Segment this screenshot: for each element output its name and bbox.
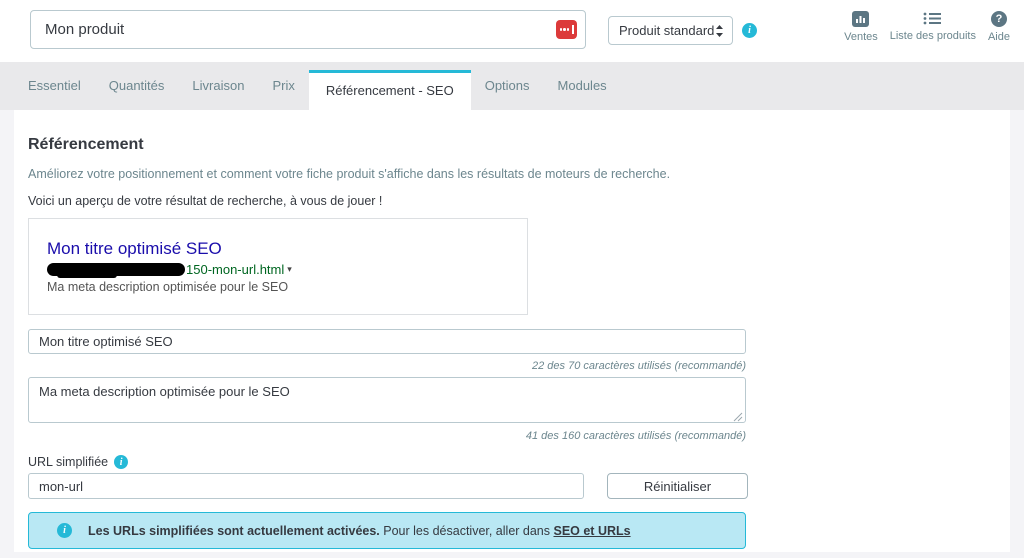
tab-prix[interactable]: Prix (258, 62, 308, 110)
language-ellipsis-icon[interactable] (556, 20, 577, 39)
tab-referencement-seo[interactable]: Référencement - SEO (308, 70, 471, 110)
header-actions: Ventes Liste des produits ? Aide (844, 11, 1010, 43)
friendly-url-info-icon[interactable]: i (114, 455, 129, 469)
seo-intro-text: Améliorez votre positionnement et commen… (28, 167, 671, 181)
product-list-button[interactable]: Liste des produits (890, 11, 976, 42)
tab-modules[interactable]: Modules (544, 62, 621, 110)
product-type-value: Produit standard (619, 23, 715, 38)
list-icon (923, 12, 942, 25)
product-name-input[interactable] (30, 10, 586, 49)
meta-title-counter: 22 des 70 caractères utilisés (recommand… (532, 360, 746, 372)
tab-livraison[interactable]: Livraison (178, 62, 258, 110)
bar-chart-icon (852, 11, 870, 27)
meta-title-input[interactable] (28, 329, 746, 354)
select-caret-icon (716, 24, 723, 37)
section-title: Référencement (28, 136, 144, 153)
seo-panel: Référencement Améliorez votre positionne… (14, 110, 1010, 552)
alert-rest-text: Pour les désactiver, aller dans (379, 523, 554, 538)
alert-text: Les URLs simplifiées sont actuellement a… (88, 524, 631, 538)
seo-and-urls-link[interactable]: SEO et URLs (553, 524, 630, 538)
friendly-url-input[interactable] (28, 473, 584, 499)
meta-description-counter: 41 des 160 caractères utilisés (recomman… (525, 430, 746, 442)
product-type-info-icon[interactable]: i (742, 23, 757, 38)
product-type-select[interactable]: Produit standard (608, 16, 733, 45)
alert-info-icon: i (57, 523, 72, 538)
product-name-field-wrap (30, 10, 586, 49)
serp-title: Mon titre optimisé SEO (47, 239, 222, 258)
serp-preview-card: Mon titre optimisé SEO 150-mon-url.html … (28, 218, 528, 315)
serp-url-suffix: 150-mon-url.html (186, 261, 285, 277)
help-button[interactable]: ? Aide (988, 11, 1010, 43)
sales-label: Ventes (844, 31, 878, 43)
serp-url-line: 150-mon-url.html ▾ (47, 261, 292, 278)
product-tabs: Essentiel Quantités Livraison Prix Référ… (0, 62, 1024, 110)
question-icon: ? (990, 11, 1007, 27)
sales-button[interactable]: Ventes (844, 11, 878, 43)
alert-bold-text: Les URLs simplifiées sont actuellement a… (88, 523, 380, 538)
serp-description: Ma meta description optimisée pour le SE… (47, 280, 289, 294)
tab-quantites[interactable]: Quantités (95, 62, 179, 110)
product-header: Produit standard i Ventes Liste des prod… (0, 0, 1024, 62)
redacted-url-blob (47, 262, 185, 278)
serp-preview-hint: Voici un aperçu de votre résultat de rec… (28, 194, 383, 208)
product-list-label: Liste des produits (889, 30, 976, 42)
meta-description-textarea[interactable]: Ma meta description optimisée pour le SE… (28, 377, 746, 423)
friendly-url-alert: i Les URLs simplifiées sont actuellement… (28, 512, 746, 549)
serp-caret-icon: ▾ (287, 263, 292, 274)
friendly-url-label-row: URL simplifiée i (28, 455, 129, 469)
reset-url-button[interactable]: Réinitialiser (607, 473, 748, 499)
tab-essentiel[interactable]: Essentiel (14, 62, 95, 110)
tab-options[interactable]: Options (471, 62, 544, 110)
help-label: Aide (987, 31, 1010, 43)
friendly-url-label: URL simplifiée (28, 455, 109, 469)
